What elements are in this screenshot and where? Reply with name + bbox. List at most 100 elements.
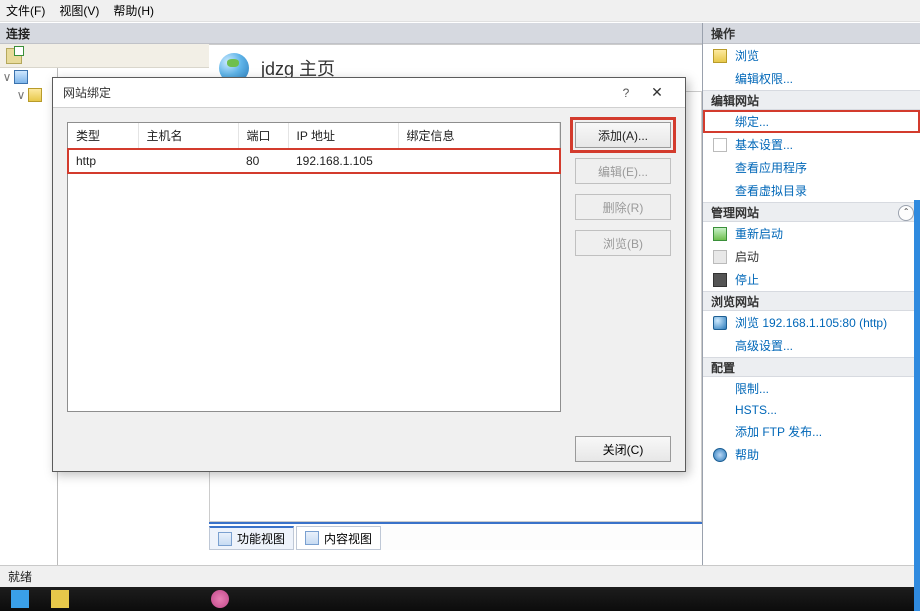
actions-panel: 操作 浏览 编辑权限... 编辑网站 绑定... 基本设置... 查看应用程序 … (702, 23, 920, 575)
taskbar-app-icon (211, 590, 229, 608)
section-label: 浏览网站 (711, 293, 759, 310)
help-icon (713, 448, 727, 462)
col-ip[interactable]: IP 地址 (288, 123, 398, 149)
status-bar: 就绪 (0, 565, 920, 587)
dialog-titlebar: 网站绑定 ? ✕ (53, 78, 685, 108)
action-label: 查看应用程序 (735, 159, 807, 176)
cell-type: http (68, 149, 138, 174)
content-view-icon (305, 531, 319, 545)
section-config: 配置 (703, 357, 920, 377)
server-icon (14, 70, 28, 84)
section-label: 管理网站 (711, 204, 759, 221)
add-binding-button[interactable]: 添加(A)... (575, 122, 671, 148)
connections-tree: ∨ ∨ (0, 68, 58, 568)
action-advanced-settings[interactable]: 高级设置... (703, 334, 920, 357)
col-binding[interactable]: 绑定信息 (398, 123, 560, 149)
action-label: 帮助 (735, 446, 759, 463)
tab-features-view[interactable]: 功能视图 (209, 526, 294, 550)
taskbar-item[interactable] (0, 587, 40, 611)
browse-icon (713, 316, 727, 330)
action-restart[interactable]: 重新启动 (703, 222, 920, 245)
binding-row[interactable]: http 80 192.168.1.105 (68, 149, 560, 174)
dialog-button-column: 添加(A)... 编辑(E)... 删除(R) 浏览(B) (575, 122, 671, 412)
view-tabs: 功能视图 内容视图 (209, 522, 702, 550)
taskbar (0, 587, 920, 611)
col-host[interactable]: 主机名 (138, 123, 238, 149)
restart-icon (713, 227, 727, 241)
taskbar-item[interactable] (200, 587, 240, 611)
action-label: 编辑权限... (735, 70, 793, 87)
tree-root[interactable]: ∨ (0, 68, 57, 86)
taskbar-app-icon (51, 590, 69, 608)
action-view-apps[interactable]: 查看应用程序 (703, 156, 920, 179)
basic-settings-icon (713, 138, 727, 152)
action-explore[interactable]: 浏览 (703, 44, 920, 67)
delete-binding-button: 删除(R) (575, 194, 671, 220)
col-type[interactable]: 类型 (68, 123, 138, 149)
taskbar-item[interactable] (40, 587, 80, 611)
action-label: 绑定... (735, 113, 769, 130)
add-connection-icon[interactable] (6, 48, 22, 64)
explore-icon (713, 49, 727, 63)
col-port[interactable]: 端口 (238, 123, 288, 149)
status-text: 就绪 (8, 568, 32, 585)
collapse-icon[interactable]: ˆ (898, 205, 914, 221)
section-label: 编辑网站 (711, 92, 759, 109)
browse-binding-button: 浏览(B) (575, 230, 671, 256)
expander-icon[interactable]: ∨ (16, 88, 26, 102)
menu-file[interactable]: 文件(F) (6, 2, 45, 19)
dialog-title: 网站绑定 (63, 84, 111, 101)
action-label: 高级设置... (735, 337, 793, 354)
cell-binding (398, 149, 560, 174)
edit-binding-button: 编辑(E)... (575, 158, 671, 184)
menu-view[interactable]: 视图(V) (59, 2, 99, 19)
site-folder-icon (28, 88, 42, 102)
action-start: 启动 (703, 245, 920, 268)
dialog-close-button[interactable]: ✕ (639, 84, 675, 101)
action-label: 停止 (735, 271, 759, 288)
menu-bar: 文件(F) 视图(V) 帮助(H) (0, 0, 920, 22)
action-stop[interactable]: 停止 (703, 268, 920, 291)
dialog-footer: 关闭(C) (53, 426, 685, 472)
desktop-edge (914, 200, 920, 611)
action-add-ftp[interactable]: 添加 FTP 发布... (703, 420, 920, 443)
action-label: 查看虚拟目录 (735, 182, 807, 199)
taskbar-gap (80, 587, 200, 611)
action-label: HSTS... (735, 403, 777, 417)
tree-child[interactable]: ∨ (0, 86, 57, 104)
section-manage-site: 管理网站 ˆ (703, 202, 920, 222)
actions-header: 操作 (703, 23, 920, 44)
bindings-list[interactable]: 类型 主机名 端口 IP 地址 绑定信息 http 80 192.168.1.1… (67, 122, 561, 412)
menu-help[interactable]: 帮助(H) (113, 2, 154, 19)
cell-host (138, 149, 238, 174)
action-bindings[interactable]: 绑定... (703, 110, 920, 133)
action-label: 启动 (735, 248, 759, 265)
action-label: 重新启动 (735, 225, 783, 242)
tab-label: 内容视图 (324, 530, 372, 547)
features-view-icon (218, 532, 232, 546)
action-view-vdirs[interactable]: 查看虚拟目录 (703, 179, 920, 202)
tab-content-view[interactable]: 内容视图 (296, 526, 381, 550)
section-label: 配置 (711, 359, 735, 376)
action-help[interactable]: 帮助 (703, 443, 920, 466)
action-edit-permissions[interactable]: 编辑权限... (703, 67, 920, 90)
action-label: 浏览 (735, 47, 759, 64)
start-icon (713, 250, 727, 264)
action-label: 限制... (735, 380, 769, 397)
action-label: 基本设置... (735, 136, 793, 153)
site-bindings-dialog: 网站绑定 ? ✕ 类型 主机名 端口 IP 地址 绑定信息 (52, 77, 686, 472)
action-basic-settings[interactable]: 基本设置... (703, 133, 920, 156)
close-dialog-button[interactable]: 关闭(C) (575, 436, 671, 462)
section-browse-site: 浏览网站 (703, 291, 920, 311)
action-browse-site[interactable]: 浏览 192.168.1.105:80 (http) (703, 311, 920, 334)
expander-icon[interactable]: ∨ (2, 70, 12, 84)
cell-port: 80 (238, 149, 288, 174)
stop-icon (713, 273, 727, 287)
action-limits[interactable]: 限制... (703, 377, 920, 400)
tab-label: 功能视图 (237, 530, 285, 547)
action-label: 浏览 192.168.1.105:80 (http) (735, 314, 887, 331)
connections-label: 连接 (6, 25, 30, 42)
section-edit-site: 编辑网站 (703, 90, 920, 110)
action-hsts[interactable]: HSTS... (703, 400, 920, 420)
dialog-help-button[interactable]: ? (613, 86, 639, 100)
